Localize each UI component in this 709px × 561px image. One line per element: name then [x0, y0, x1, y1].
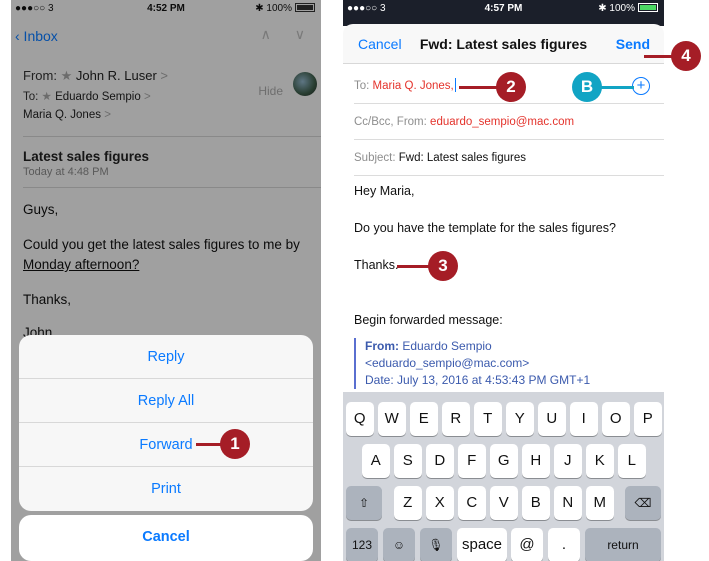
cc-bcc-from-field[interactable]: Cc/Bcc, From: eduardo_sempio@mac.com — [354, 104, 664, 140]
key-u[interactable]: U — [538, 402, 566, 436]
callout-4: 4 — [671, 41, 701, 71]
reply-button[interactable]: Reply — [19, 335, 313, 379]
key-q[interactable]: Q — [346, 402, 374, 436]
key-j[interactable]: J — [554, 444, 582, 478]
forward-header: Begin forwarded message: — [354, 313, 503, 327]
key-h[interactable]: H — [522, 444, 550, 478]
key-w[interactable]: W — [378, 402, 406, 436]
callout-pointer — [397, 265, 431, 268]
callout-pointer — [196, 443, 222, 446]
forwarded-quote: From: Eduardo Sempio <eduardo_sempio@mac… — [354, 338, 590, 389]
at-key[interactable]: @ — [511, 528, 543, 561]
subject-value[interactable]: Fwd: Latest sales figures — [399, 152, 526, 164]
callout-pointer — [459, 86, 499, 89]
battery-icon — [638, 3, 658, 12]
compose-navbar: Cancel Fwd: Latest sales figures Send — [343, 24, 664, 64]
key-g[interactable]: G — [490, 444, 518, 478]
text-cursor — [454, 78, 456, 92]
key-y[interactable]: Y — [506, 402, 534, 436]
callout-3: 3 — [428, 251, 458, 281]
forwarded-date: Date: July 13, 2016 at 4:53:43 PM GMT+1 — [365, 373, 591, 387]
key-d[interactable]: D — [426, 444, 454, 478]
key-m[interactable]: M — [586, 486, 614, 520]
forwarded-email: <eduardo_sempio@mac.com> — [365, 356, 530, 370]
key-e[interactable]: E — [410, 402, 438, 436]
callout-pointer — [600, 86, 634, 89]
reply-all-button[interactable]: Reply All — [19, 379, 313, 423]
callout-2: 2 — [496, 72, 526, 102]
compose-question[interactable]: Do you have the template for the sales f… — [354, 221, 656, 235]
key-b[interactable]: B — [522, 486, 550, 520]
backspace-key[interactable]: ⌫ — [625, 486, 661, 520]
key-r[interactable]: R — [442, 402, 470, 436]
callout-1: 1 — [220, 429, 250, 459]
key-c[interactable]: C — [458, 486, 486, 520]
cancel-sheet: Cancel — [19, 515, 313, 561]
print-button[interactable]: Print — [19, 467, 313, 511]
space-key[interactable]: space — [457, 528, 507, 561]
key-k[interactable]: K — [586, 444, 614, 478]
shift-key[interactable]: ⇧ — [346, 486, 382, 520]
microphone-key[interactable]: 🎙 — [420, 528, 452, 561]
add-contact-icon[interactable]: + — [632, 77, 650, 95]
return-key[interactable]: return — [585, 528, 661, 561]
callout-pointer — [644, 55, 673, 58]
key-v[interactable]: V — [490, 486, 518, 520]
key-z[interactable]: Z — [394, 486, 422, 520]
cancel-button[interactable]: Cancel — [19, 515, 313, 559]
key-a[interactable]: A — [362, 444, 390, 478]
key-t[interactable]: T — [474, 402, 502, 436]
send-button[interactable]: Send — [616, 36, 650, 52]
key-i[interactable]: I — [570, 402, 598, 436]
forward-button[interactable]: Forward — [19, 423, 313, 467]
from-address[interactable]: eduardo_sempio@mac.com — [430, 116, 574, 128]
keyboard: Q W E R T Y U I O P A S D F G H J K L ⇧ Z X C V B N M ⌫ 123 ☺ 🎙 space @.… — [343, 392, 664, 561]
emoji-key[interactable]: ☺ — [383, 528, 415, 561]
subject-field[interactable]: Subject: Fwd: Latest sales figures — [354, 140, 664, 176]
key-x[interactable]: X — [426, 486, 454, 520]
battery-status: ✱ 100% — [598, 3, 658, 14]
callout-b: B — [572, 72, 602, 102]
to-recipient[interactable]: Maria Q. Jones, — [373, 80, 454, 92]
action-sheet: Reply Reply All Forward Print — [19, 335, 313, 511]
compose-greeting[interactable]: Hey Maria, — [354, 184, 656, 198]
left-phone-screen: ●●●○○ 3 4:52 PM ✱ 100% ‹ Inbox ∧ ∨ From:… — [11, 0, 321, 561]
key-p[interactable]: P — [634, 402, 662, 436]
key-s[interactable]: S — [394, 444, 422, 478]
forwarded-sender: Eduardo Sempio — [402, 339, 492, 353]
numbers-key[interactable]: 123 — [346, 528, 378, 561]
status-bar: ●●●○○ 3 4:57 PM ✱ 100% — [343, 0, 664, 18]
period-key[interactable]: . — [548, 528, 580, 561]
key-o[interactable]: O — [602, 402, 630, 436]
key-l[interactable]: L — [618, 444, 646, 478]
key-n[interactable]: N — [554, 486, 582, 520]
key-f[interactable]: F — [458, 444, 486, 478]
